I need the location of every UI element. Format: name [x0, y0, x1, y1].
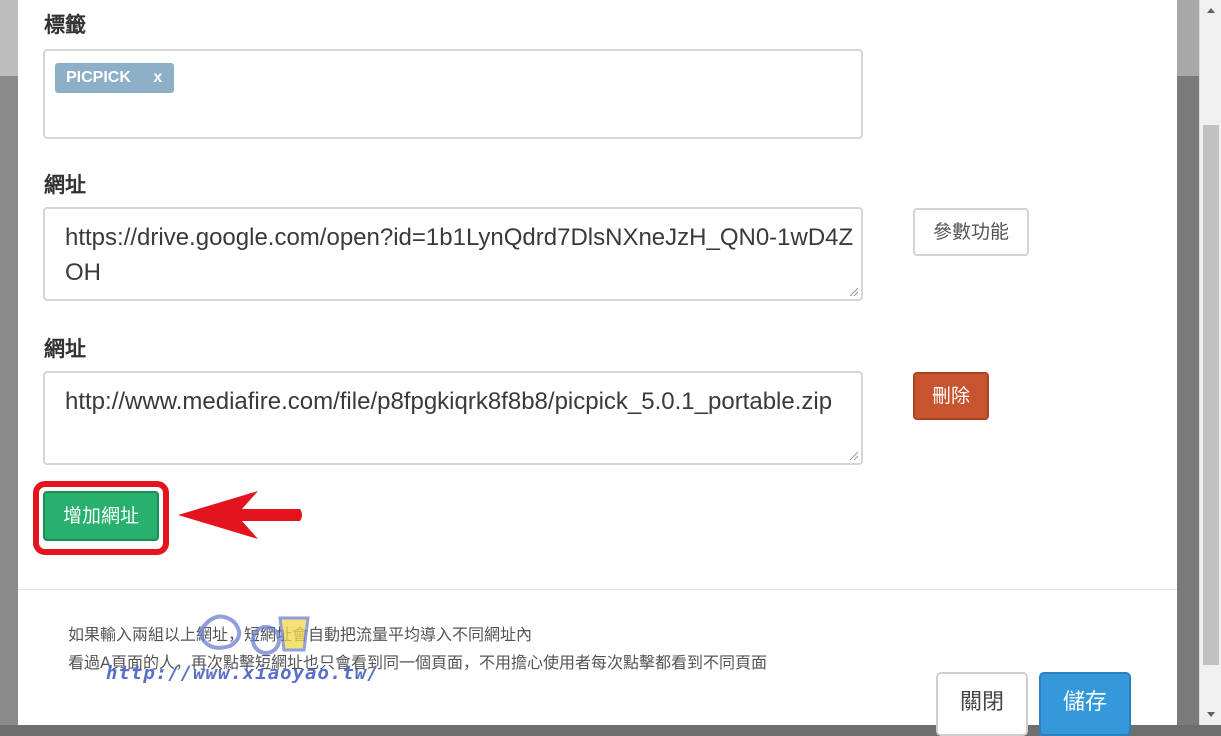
- backdrop-right: [1177, 0, 1199, 725]
- tag-remove-button[interactable]: x: [153, 69, 162, 86]
- edit-short-url-modal: 標籤 PICPICK x 網址 https://drive.google.com…: [18, 0, 1177, 736]
- tags-label: 標籤: [44, 13, 86, 37]
- url-2-textarea[interactable]: http://www.mediafire.com/file/p8fpgkiqrk…: [43, 371, 863, 465]
- page-scrollbar[interactable]: [1199, 0, 1221, 725]
- watermark-url: http://www.xiaoyao.tw/: [106, 662, 380, 684]
- parameter-function-button[interactable]: 參數功能: [913, 208, 1029, 256]
- tag-chip-label: PICPICK: [66, 69, 131, 86]
- url-2-value: http://www.mediafire.com/file/p8fpgkiqrk…: [65, 388, 833, 415]
- close-button[interactable]: 關閉: [936, 672, 1028, 736]
- url-1-label: 網址: [44, 173, 86, 197]
- backdrop-left: [0, 0, 18, 725]
- tag-chip: PICPICK x: [55, 63, 175, 93]
- watermark-graphic-icon: [198, 614, 310, 655]
- scroll-up-arrow-icon[interactable]: [1200, 0, 1221, 22]
- resize-grip-icon[interactable]: [848, 450, 858, 460]
- scroll-thumb[interactable]: [1203, 125, 1219, 665]
- pointer-arrow-icon: [178, 491, 302, 539]
- save-button[interactable]: 儲存: [1039, 672, 1131, 736]
- watermark-logo: http://www.xiaoyao.tw/: [106, 600, 406, 690]
- url-2-label: 網址: [44, 337, 86, 361]
- resize-grip-icon[interactable]: [848, 286, 858, 296]
- scroll-down-arrow-icon[interactable]: [1200, 703, 1221, 725]
- footer-divider: [18, 589, 1177, 590]
- tags-input[interactable]: PICPICK x: [43, 49, 863, 139]
- url-1-value: https://drive.google.com/open?id=1b1LynQ…: [65, 224, 854, 286]
- add-url-button[interactable]: 增加網址: [43, 491, 159, 541]
- delete-url-button[interactable]: 刪除: [913, 372, 989, 420]
- url-1-textarea[interactable]: https://drive.google.com/open?id=1b1LynQ…: [43, 207, 863, 301]
